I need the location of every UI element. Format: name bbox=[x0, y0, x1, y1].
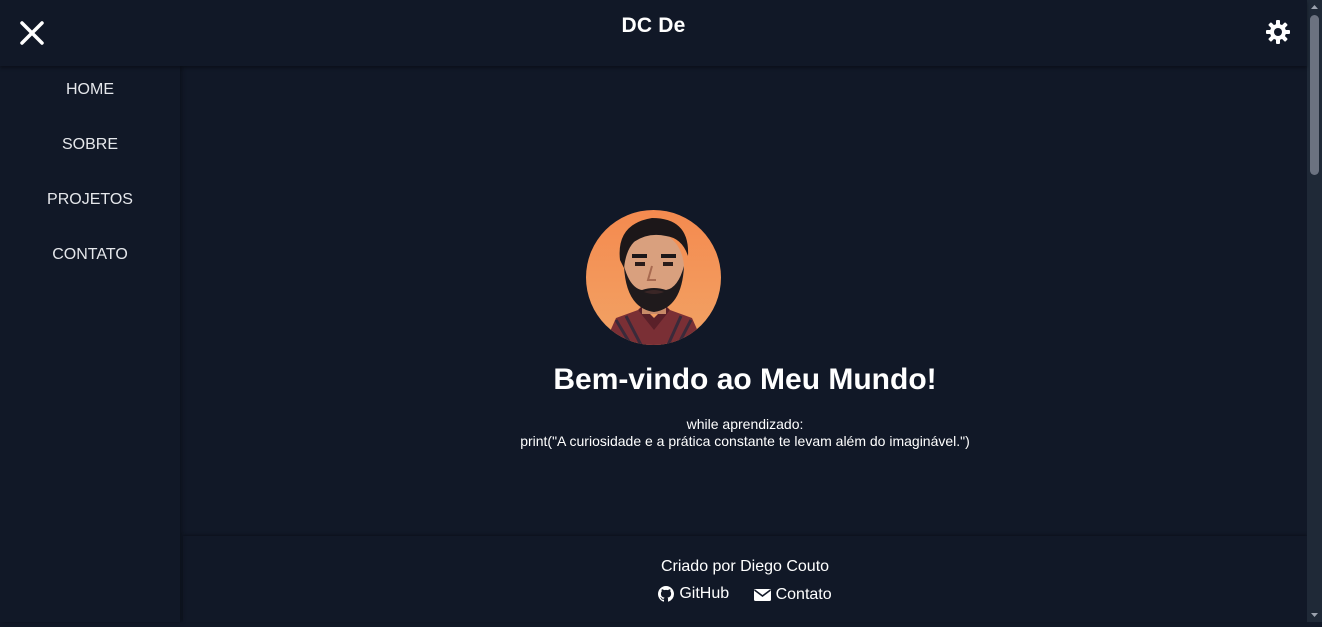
arrow-up-icon bbox=[1311, 5, 1318, 9]
sidebar-nav: HOME SOBRE PROJETOS CONTATO bbox=[0, 66, 180, 622]
footer-links: GitHub Contato bbox=[183, 585, 1307, 607]
sidebar-item-sobre[interactable]: SOBRE bbox=[0, 136, 180, 154]
theme-toggle-button[interactable] bbox=[1265, 19, 1291, 45]
sidebar-item-home[interactable]: HOME bbox=[0, 81, 180, 99]
sidebar-item-contato[interactable]: CONTATO bbox=[0, 246, 180, 264]
page-footer: Criado por Diego Couto GitHub Contato bbox=[183, 536, 1307, 622]
scroll-thumb[interactable] bbox=[1310, 15, 1319, 175]
scroll-up-arrow[interactable] bbox=[1307, 0, 1322, 14]
sidebar-item-projetos[interactable]: PROJETOS bbox=[0, 191, 180, 209]
profile-avatar bbox=[586, 210, 721, 345]
main-content: Bem-vindo ao Meu Mundo! while aprendizad… bbox=[183, 66, 1307, 536]
contact-link-label: Contato bbox=[775, 586, 832, 603]
hero-code-line-2: print("A curiosidade e a prática constan… bbox=[520, 433, 970, 449]
arrow-down-icon bbox=[1311, 613, 1318, 617]
hero-title: Bem-vindo ao Meu Mundo! bbox=[553, 363, 937, 396]
contact-link[interactable]: Contato bbox=[753, 586, 832, 604]
vertical-scrollbar[interactable] bbox=[1307, 0, 1322, 622]
top-header: DC De bbox=[0, 0, 1307, 66]
envelope-icon bbox=[753, 589, 771, 601]
footer-credit: Criado por Diego Couto bbox=[660, 558, 830, 575]
github-link[interactable]: GitHub bbox=[658, 585, 729, 603]
sun-gear-icon bbox=[1266, 20, 1290, 44]
hero-code-line-1: while aprendizado: bbox=[686, 416, 804, 432]
github-link-label: GitHub bbox=[679, 585, 730, 602]
page: DC De HOME SOBRE PROJETOS CONTATO Bem-vi… bbox=[0, 0, 1307, 622]
site-title: DC De bbox=[621, 14, 686, 37]
scroll-down-arrow[interactable] bbox=[1307, 608, 1322, 622]
avatar-image bbox=[586, 210, 721, 345]
github-icon bbox=[658, 586, 675, 602]
